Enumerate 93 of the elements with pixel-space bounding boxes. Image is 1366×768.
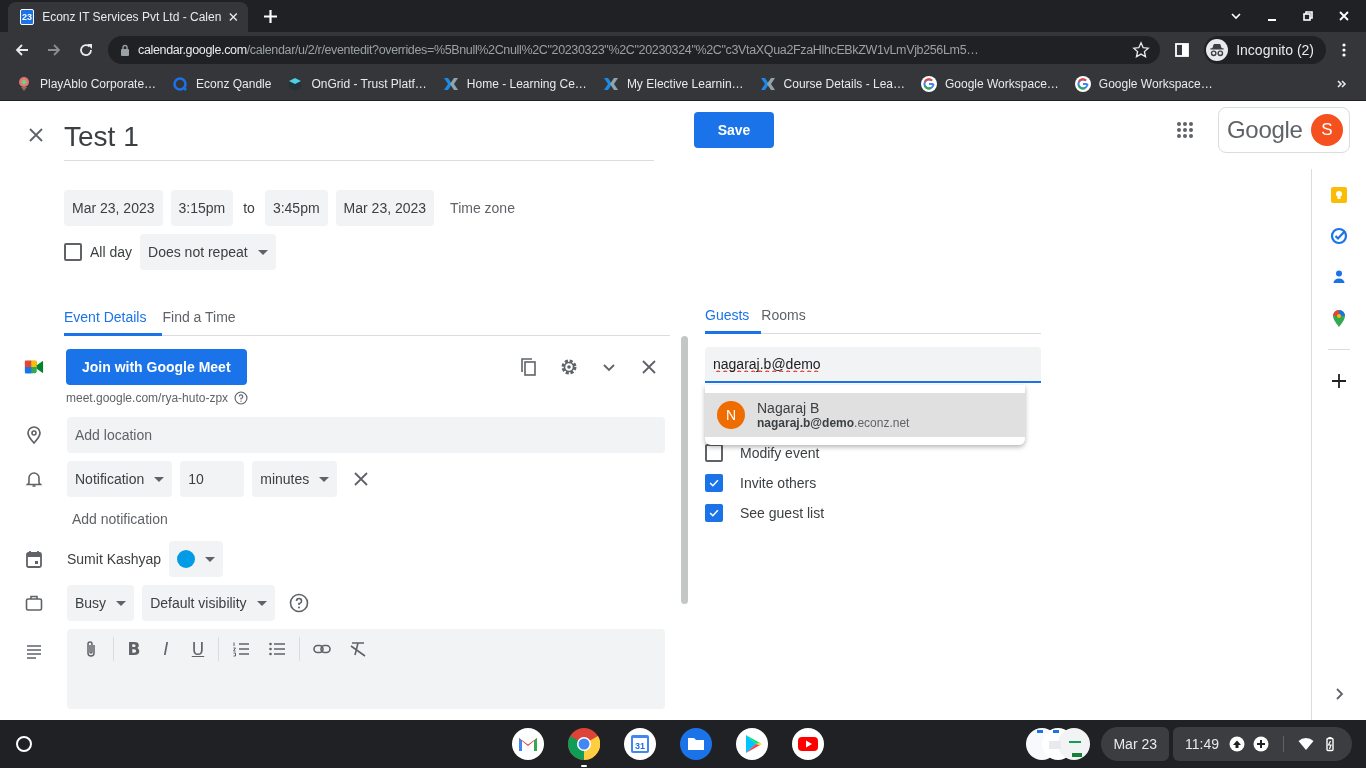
x-logo-icon bbox=[602, 76, 619, 92]
permission-label: Modify event bbox=[740, 445, 820, 461]
guest-input-field[interactable]: nagaraj.b@demo bbox=[705, 347, 1041, 383]
play-store-app-icon[interactable] bbox=[735, 728, 768, 760]
status-tray[interactable]: 11:49 bbox=[1173, 727, 1352, 761]
permission-checkbox[interactable] bbox=[705, 444, 723, 462]
format-button[interactable]: B bbox=[120, 635, 148, 663]
meet-link[interactable]: meet.google.com/rya-huto-zpx bbox=[66, 391, 229, 405]
bookmark[interactable]: My Elective Learnin… bbox=[596, 76, 750, 92]
incognito-icon bbox=[1206, 39, 1229, 61]
permission-label: Invite others bbox=[740, 475, 817, 491]
lock-icon bbox=[120, 44, 130, 56]
notification-type-dropdown[interactable]: Notification bbox=[67, 461, 173, 497]
more-bookmarks-icon[interactable] bbox=[1336, 78, 1348, 90]
add-notification-button[interactable]: Add notification bbox=[72, 511, 168, 527]
calendar-favicon-icon: 23 bbox=[20, 9, 35, 25]
browser-app-icon[interactable] bbox=[567, 728, 600, 760]
wifi-icon bbox=[1298, 736, 1314, 752]
g-logo-icon bbox=[1074, 76, 1091, 92]
mail-app-icon[interactable] bbox=[511, 728, 544, 760]
calendar-owner: Sumit Kashyap bbox=[67, 551, 162, 567]
notification-unit-dropdown[interactable]: minutes bbox=[252, 461, 338, 497]
tab[interactable]: Find a Time bbox=[162, 301, 252, 336]
all-day-checkbox[interactable] bbox=[64, 243, 82, 261]
ring-logo-icon bbox=[172, 76, 189, 92]
x-logo-icon bbox=[759, 76, 776, 92]
tab[interactable]: Rooms bbox=[761, 299, 818, 334]
x-logo-icon bbox=[442, 76, 459, 92]
calendar-app-icon[interactable]: 31 bbox=[623, 728, 656, 760]
to-label: to bbox=[243, 200, 255, 216]
permission-label: See guest list bbox=[740, 505, 825, 521]
contact-email: nagaraj.b@demo.econz.net bbox=[757, 416, 910, 430]
permission-checkbox[interactable] bbox=[705, 504, 723, 522]
contact-avatar: N bbox=[717, 401, 745, 429]
chevron-down-icon[interactable] bbox=[1230, 10, 1242, 22]
clock-time: 11:49 bbox=[1185, 736, 1219, 752]
close-icon[interactable] bbox=[29, 128, 43, 142]
apps-grid-icon[interactable] bbox=[1176, 121, 1194, 139]
briefcase-icon bbox=[24, 593, 44, 613]
bookmark[interactable]: Home - Learning Ce… bbox=[436, 76, 593, 92]
restore-icon[interactable] bbox=[1302, 10, 1314, 22]
availability-dropdown[interactable]: Busy bbox=[67, 585, 135, 621]
task-check-icon[interactable] bbox=[1329, 226, 1349, 246]
bookmark[interactable]: OnGrid - Trust Platf… bbox=[281, 76, 433, 92]
video-app-icon[interactable] bbox=[791, 728, 824, 760]
bookmark[interactable]: Google Workspace… bbox=[915, 76, 1065, 92]
all-day-label: All day bbox=[90, 244, 133, 260]
add-circle-icon bbox=[1253, 736, 1269, 752]
end-date-field[interactable]: Mar 23, 2023 bbox=[335, 190, 435, 226]
bookmark[interactable]: Google Workspace… bbox=[1068, 76, 1219, 92]
description-editor[interactable]: B I U bbox=[67, 629, 665, 709]
save-button[interactable]: Save bbox=[694, 112, 774, 148]
notification-value-field[interactable]: 10 bbox=[180, 461, 245, 497]
plus-icon[interactable] bbox=[1329, 371, 1349, 391]
event-title-field[interactable]: Test 1 bbox=[64, 113, 654, 161]
new-tab-icon[interactable] bbox=[264, 10, 277, 23]
permission-checkbox[interactable] bbox=[705, 474, 723, 492]
visibility-dropdown[interactable]: Default visibility bbox=[142, 585, 275, 621]
color-dropdown[interactable] bbox=[169, 541, 224, 577]
browser-tab[interactable]: 23 Econz IT Services Pvt Ltd - Calen bbox=[8, 2, 248, 32]
end-time-field[interactable]: 3:45pm bbox=[264, 190, 328, 226]
format-button[interactable]: I bbox=[152, 635, 180, 663]
repeat-dropdown[interactable]: Does not repeat bbox=[140, 234, 276, 270]
bookmark[interactable]: Course Details - Lea… bbox=[753, 76, 911, 92]
help-icon[interactable] bbox=[234, 391, 249, 405]
start-time-field[interactable]: 3:15pm bbox=[170, 190, 234, 226]
location-field[interactable]: Add location bbox=[67, 417, 665, 453]
calendar-icon bbox=[24, 549, 44, 569]
join-meet-button[interactable]: Join with Google Meet bbox=[66, 349, 247, 385]
time-zone-button[interactable]: Time zone bbox=[450, 200, 515, 216]
location-pin-icon bbox=[24, 425, 44, 445]
address-bar[interactable]: calendar.google.com/calendar/u/2/r/eventedit?overrides=%5Bnull%2Cnull%2C"20230323"%2C"20230324"%2C"c3VtaXQua2FzaHlhcEBkZW1vLmVjb256Lm5… bbox=[108, 36, 1161, 64]
folder-app-icon[interactable] bbox=[679, 728, 712, 760]
date-pill[interactable]: Mar 23 bbox=[1101, 727, 1169, 761]
format-button[interactable]: U bbox=[184, 635, 212, 663]
tab[interactable]: Event Details bbox=[64, 301, 163, 336]
g-logo-icon bbox=[921, 76, 937, 92]
cube-logo-icon bbox=[287, 76, 304, 92]
account-card[interactable]: Google S bbox=[1218, 107, 1350, 153]
bell-icon bbox=[24, 469, 44, 489]
tab[interactable]: Guests bbox=[705, 299, 762, 334]
contact-name: Nagaraj B bbox=[757, 400, 821, 416]
bookmark[interactable]: PlayAblo Corporate… bbox=[10, 76, 163, 92]
google-logo-text: Google bbox=[1227, 116, 1303, 144]
scrollbar[interactable] bbox=[681, 336, 688, 604]
bookmark[interactable]: Econz Qandle bbox=[166, 76, 278, 92]
tab-title: Econz IT Services Pvt Ltd - Calen bbox=[42, 10, 222, 24]
incognito-profile-button[interactable]: Incognito (2) bbox=[1204, 36, 1326, 64]
suggestion-item[interactable]: N Nagaraj B nagaraj.b@demo.econz.net bbox=[705, 393, 1025, 437]
pin-logo-icon bbox=[16, 76, 32, 92]
start-date-field[interactable]: Mar 23, 2023 bbox=[64, 190, 163, 226]
star-icon[interactable] bbox=[1132, 41, 1151, 59]
upload-icon bbox=[1229, 736, 1245, 752]
